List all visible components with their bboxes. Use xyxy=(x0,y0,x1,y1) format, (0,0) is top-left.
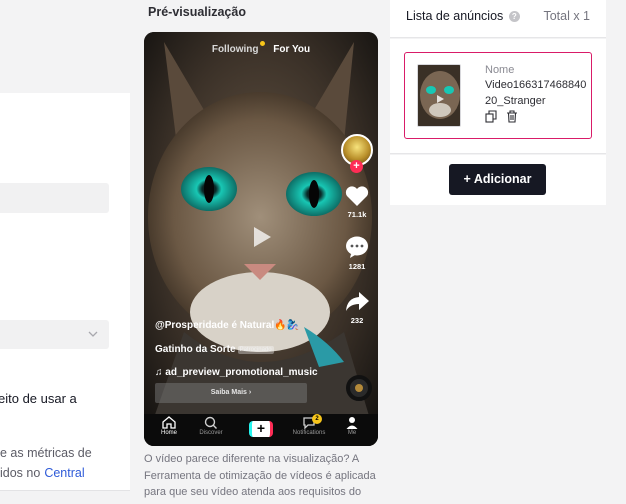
home-icon xyxy=(162,416,176,429)
nav-discover-label: Discover xyxy=(199,430,223,436)
form-panel: eito de usar a e as métricas de idos no C… xyxy=(0,0,130,504)
phone-preview: Following For You + 71.1k 1281 232 @Pros… xyxy=(144,32,378,446)
share-icon[interactable] xyxy=(344,289,370,313)
preview-note: O vídeo parece diferente na visualização… xyxy=(144,453,376,498)
bottom-nav: Home Discover + Notifications 2 Me xyxy=(144,414,378,446)
nav-notifications[interactable]: Notifications 2 xyxy=(287,414,331,436)
create-plus-button[interactable]: + xyxy=(249,421,273,437)
thumbnail-image xyxy=(418,65,460,126)
ad-list-footer: + Adicionar xyxy=(390,155,606,205)
ad-name-value: Video16631746884020_Stranger xyxy=(485,79,587,107)
follow-plus-icon[interactable]: + xyxy=(350,160,363,173)
info-text-line2: e as métricas de xyxy=(0,446,92,460)
chevron-down-icon xyxy=(88,331,98,337)
music-disc-icon[interactable] xyxy=(346,375,372,401)
nav-me[interactable]: Me xyxy=(330,416,374,436)
nav-notifications-label: Notifications xyxy=(292,430,326,436)
duplicate-icon[interactable] xyxy=(485,110,497,123)
music-label[interactable]: ♫ ad_preview_promotional_music xyxy=(155,367,318,378)
preview-title: Pré-visualização xyxy=(148,5,246,19)
info-text-line1: eito de usar a xyxy=(0,391,77,406)
caption-username[interactable]: @Prosperidade é Natural🔥🧞‍♀️ xyxy=(155,320,299,331)
search-icon xyxy=(204,416,217,429)
nav-discover[interactable]: Discover xyxy=(189,416,233,436)
help-center-link[interactable]: Central xyxy=(44,466,84,480)
profile-icon xyxy=(346,417,358,429)
notification-badge: 2 xyxy=(312,414,322,424)
heart-icon[interactable] xyxy=(344,184,370,208)
feed-tabs: Following For You xyxy=(144,41,378,55)
ad-list-body: Nome Video16631746884020_Stranger xyxy=(390,39,606,154)
tab-for-you[interactable]: For You xyxy=(273,44,310,55)
sponsored-badge: Patrocinado xyxy=(237,346,274,354)
live-dot xyxy=(259,41,265,46)
trash-icon[interactable] xyxy=(506,110,518,123)
ad-list-title: Lista de anúncios ? xyxy=(406,9,520,23)
ad-list-title-label: Lista de anúncios xyxy=(406,9,504,23)
nav-me-label: Me xyxy=(347,430,357,436)
like-count: 71.1k xyxy=(347,210,367,219)
share-count: 232 xyxy=(350,316,364,325)
play-icon[interactable] xyxy=(251,225,273,249)
tab-following-label: Following xyxy=(211,44,259,55)
info-text-line3: idos no Central xyxy=(0,466,85,480)
ad-card[interactable]: Nome Video16631746884020_Stranger xyxy=(404,52,592,139)
info-text-line3-label: idos no xyxy=(0,466,41,480)
text-input-field[interactable] xyxy=(0,183,109,213)
cta-label: Saiba Mais xyxy=(210,389,247,396)
comment-icon[interactable] xyxy=(344,235,370,259)
caption-text: Gatinho da Sorte Patrocinado xyxy=(155,344,274,355)
help-icon[interactable]: ? xyxy=(508,11,520,22)
divider xyxy=(0,490,130,504)
ad-thumbnail xyxy=(417,64,461,127)
nav-home[interactable]: Home xyxy=(147,416,191,436)
caption-text-label: Gatinho da Sorte xyxy=(155,344,236,355)
tab-following[interactable]: Following xyxy=(211,41,265,55)
add-ad-button[interactable]: + Adicionar xyxy=(449,164,546,195)
dropdown-select[interactable] xyxy=(0,320,109,349)
ad-list-header: Lista de anúncios ? Total x 1 xyxy=(390,0,606,38)
comment-count: 1281 xyxy=(348,262,366,271)
nav-home-label: Home xyxy=(160,430,177,436)
ad-list-total: Total x 1 xyxy=(543,9,590,23)
cta-button[interactable]: Saiba Mais › xyxy=(155,383,307,403)
ad-name-label: Nome xyxy=(485,64,515,76)
